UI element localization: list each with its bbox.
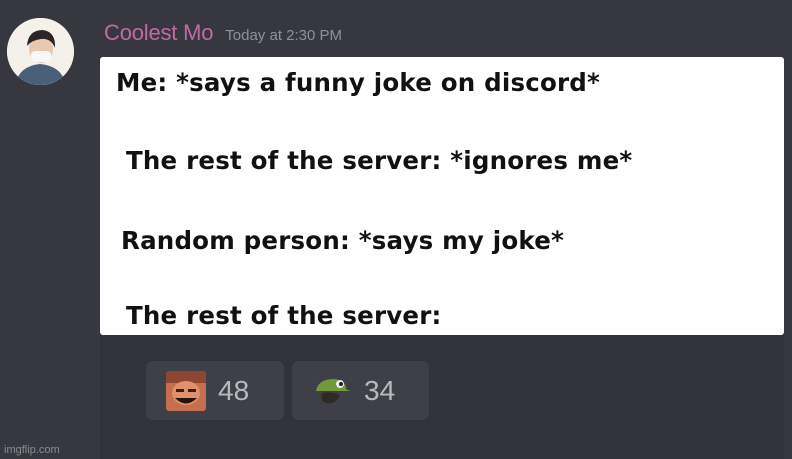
meme-line-3: Random person: *says my joke*	[121, 226, 565, 255]
meme-line-2: The rest of the server: *ignores me*	[126, 146, 633, 175]
meme-image[interactable]: Me: *says a funny joke on discord* The r…	[100, 57, 784, 335]
reaction-laughing[interactable]: 48	[146, 361, 284, 420]
username[interactable]: Coolest Mo	[104, 20, 213, 46]
meme-line-1: Me: *says a funny joke on discord*	[116, 68, 601, 97]
meme-line-4: The rest of the server:	[126, 301, 442, 330]
user-avatar[interactable]	[7, 18, 74, 85]
watermark: imgflip.com	[4, 444, 60, 456]
green-hat-frog-emoji-icon	[312, 370, 352, 411]
avatar-icon	[7, 18, 74, 85]
reaction-frog[interactable]: 34	[292, 361, 429, 420]
timestamp: Today at 2:30 PM	[225, 27, 343, 44]
message-header: Coolest Mo Today at 2:30 PM	[104, 20, 342, 54]
reaction-count: 34	[364, 374, 396, 406]
laughing-face-emoji-icon	[166, 370, 206, 411]
reaction-count: 48	[218, 374, 250, 406]
